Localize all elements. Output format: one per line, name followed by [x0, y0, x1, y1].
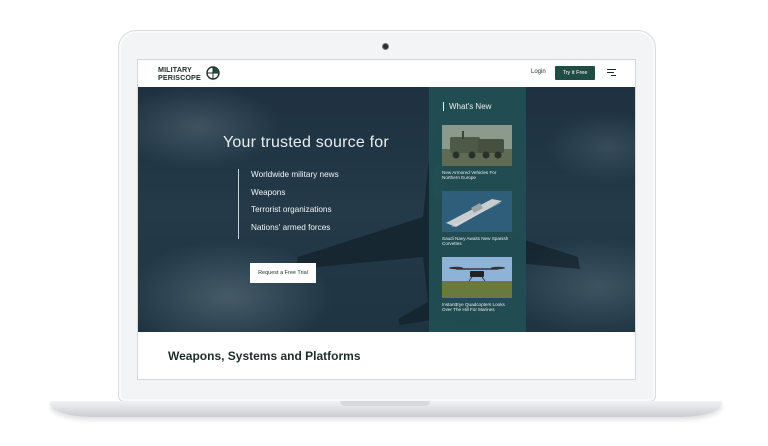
- hero-feature-item: Worldwide military news: [251, 170, 339, 179]
- hero-feature-item: Nations' armed forces: [251, 222, 331, 232]
- hero-title: Your trusted source for: [223, 134, 389, 151]
- menu-bar: [611, 75, 616, 76]
- webcam-icon: [382, 43, 389, 50]
- news-card-caption: InstantEye Quadcopters Looks Over The Hi…: [442, 302, 505, 313]
- hamburger-menu-icon[interactable]: [607, 69, 616, 77]
- laptop-screen: MILITARY PERISCOPE Login Try it Free You…: [137, 59, 636, 380]
- site-header: MILITARY PERISCOPE Login Try it Free: [138, 60, 635, 87]
- login-link[interactable]: Login: [531, 69, 546, 75]
- section-title: Weapons, Systems and Platforms: [168, 349, 361, 363]
- try-it-free-button[interactable]: Try it Free: [555, 66, 595, 80]
- logo-line-2: PERISCOPE: [158, 72, 201, 82]
- hero-feature-item: Weapons: [251, 187, 286, 197]
- quadcopter-drone-image: [442, 257, 512, 298]
- periscope-logo-icon: [206, 66, 220, 80]
- news-card-caption: Saudi Navy Awaits New Spanish Corvettes: [442, 236, 509, 247]
- menu-bar: [607, 72, 614, 73]
- news-card-caption: New Armored Vehicles For Northern Europe: [442, 170, 497, 181]
- hero-banner: Your trusted source for Worldwide milita…: [138, 87, 635, 332]
- logo-text: MILITARY PERISCOPE: [158, 66, 201, 81]
- laptop-base-notch: [340, 401, 430, 406]
- logo[interactable]: MILITARY PERISCOPE: [158, 66, 222, 82]
- naval-corvette-image: [442, 191, 512, 232]
- request-free-trial-button[interactable]: Request a Free Trial: [250, 263, 316, 283]
- whats-new-panel: What's New New Armored Vehicles For Nort…: [429, 87, 526, 332]
- news-card[interactable]: Saudi Navy Awaits New Spanish Corvettes: [442, 191, 512, 246]
- hero-feature-list: Worldwide military news Weapons Terroris…: [238, 169, 339, 239]
- news-card[interactable]: InstantEye Quadcopters Looks Over The Hi…: [442, 257, 512, 312]
- news-card[interactable]: New Armored Vehicles For Northern Europe: [442, 125, 512, 180]
- menu-bar: [607, 69, 616, 70]
- whats-new-heading: What's New: [443, 102, 491, 111]
- content-section: Weapons, Systems and Platforms: [138, 332, 635, 379]
- armored-vehicles-image: [442, 125, 512, 166]
- hero-feature-item: Terrorist organizations: [251, 205, 332, 214]
